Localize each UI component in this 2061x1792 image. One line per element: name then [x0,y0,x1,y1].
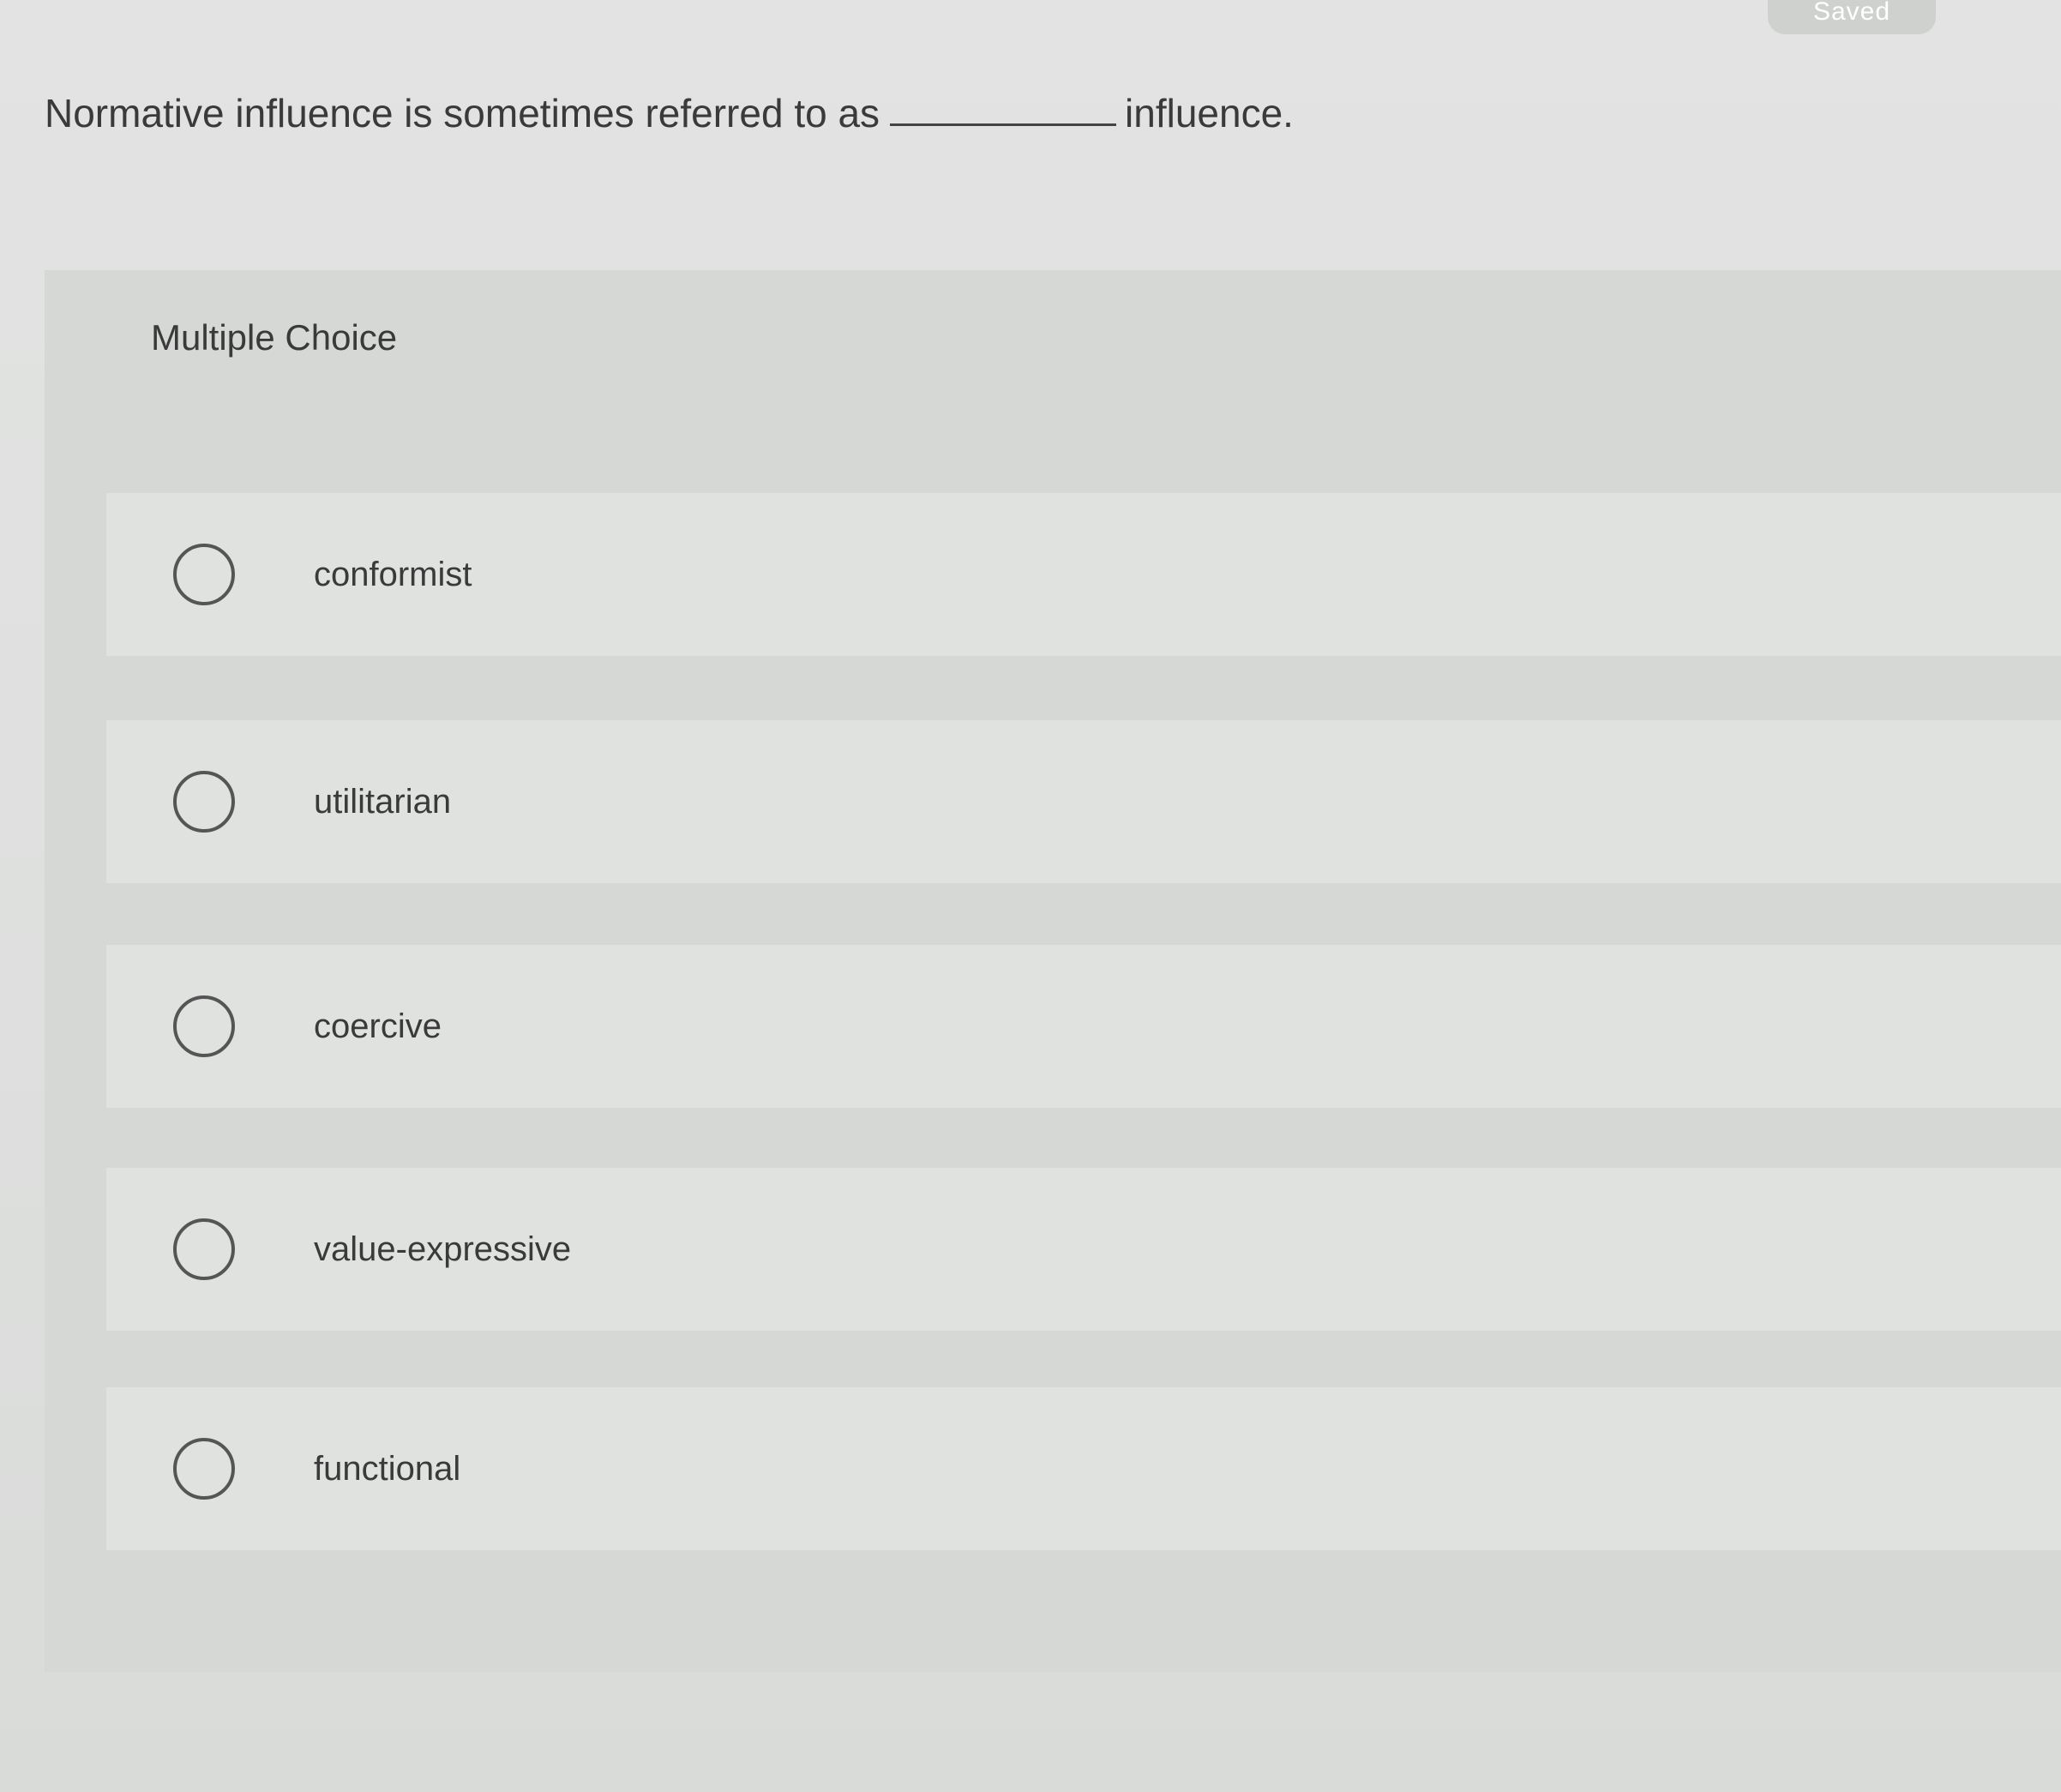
option-label: utilitarian [314,782,452,821]
option-label: coercive [314,1007,442,1045]
option-label: value-expressive [314,1230,572,1268]
option-label: conformist [314,555,472,593]
radio-button[interactable] [173,1218,235,1280]
question-text-after: influence. [1125,91,1294,135]
answer-option-conformist[interactable]: conformist [106,493,2061,656]
saved-status-badge: Saved [1768,0,1936,34]
radio-button[interactable] [173,995,235,1057]
answer-option-coercive[interactable]: coercive [106,945,2061,1108]
answer-option-value-expressive[interactable]: value-expressive [106,1168,2061,1331]
radio-button[interactable] [173,771,235,833]
answer-option-utilitarian[interactable]: utilitarian [106,720,2061,883]
question-prompt: Normative influence is sometimes referre… [45,90,1294,136]
question-type-label: Multiple Choice [151,317,398,358]
radio-button[interactable] [173,1438,235,1500]
radio-button[interactable] [173,544,235,605]
answer-option-functional[interactable]: functional [106,1387,2061,1550]
question-text-before: Normative influence is sometimes referre… [45,91,880,135]
quiz-page: Saved Normative influence is sometimes r… [0,0,2061,1792]
answer-blank [890,123,1117,126]
multiple-choice-card: Multiple Choice conformist utilitarian c… [45,270,2061,1672]
option-label: functional [314,1449,461,1488]
